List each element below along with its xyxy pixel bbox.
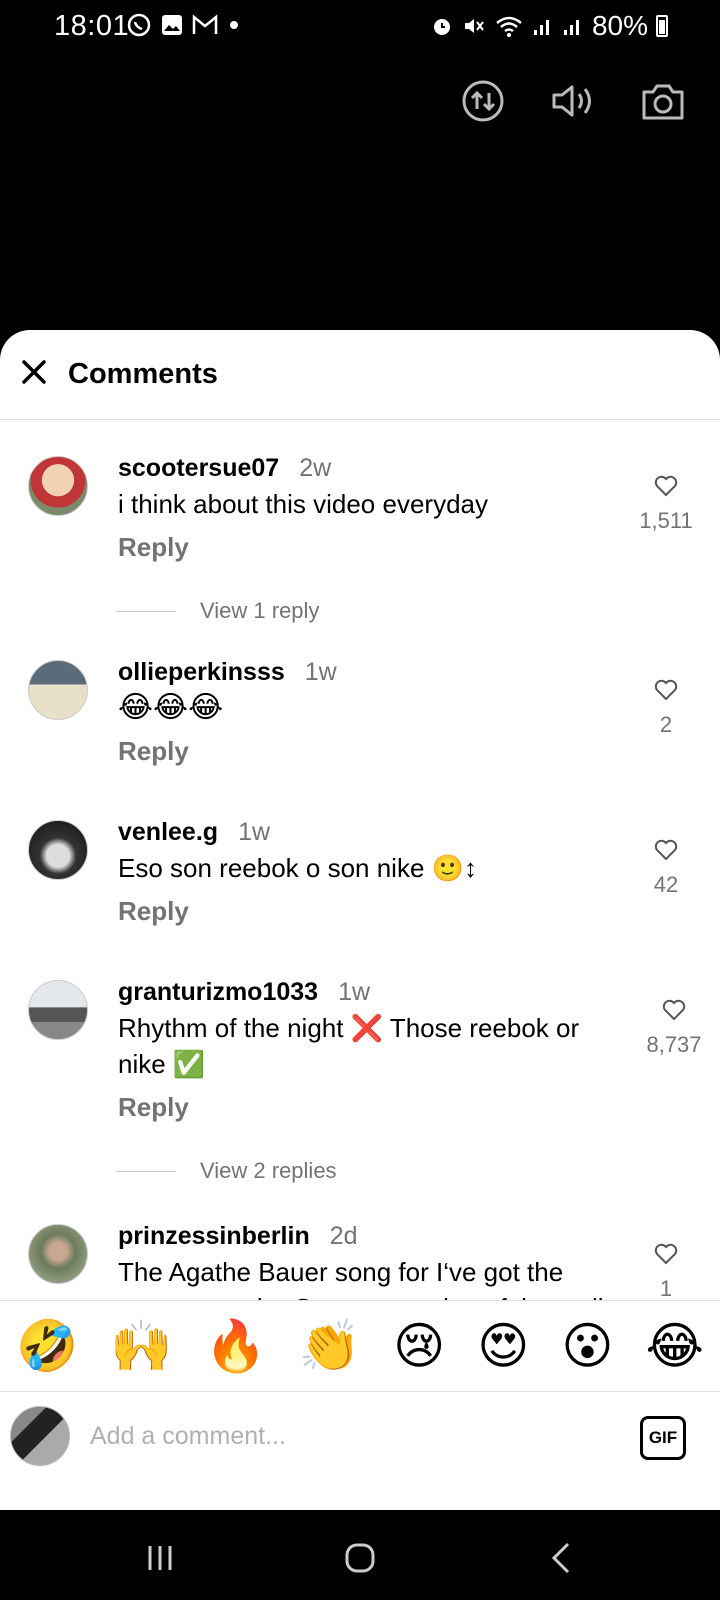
comment-text: i think about this video everyday (118, 489, 488, 519)
close-button[interactable] (16, 354, 52, 390)
comment-time: 1w (238, 818, 271, 846)
battery-percent: 80% (591, 10, 648, 41)
comment-text: The Agathe Bauer song for I‘ve got the p… (118, 1257, 604, 1300)
home-icon (345, 1543, 375, 1573)
heart-icon[interactable] (661, 998, 687, 1022)
reply-button[interactable]: Reply (118, 1092, 189, 1123)
avatar[interactable] (28, 820, 88, 880)
replies-line (116, 1170, 176, 1172)
comment-input[interactable] (90, 1416, 590, 1456)
gallery-icon (162, 15, 182, 35)
like-group: 1 (626, 1242, 706, 1300)
comment-username[interactable]: granturizmo1033 1w (118, 978, 370, 1007)
comment-username[interactable]: scootersue07 2w (118, 454, 331, 483)
comments-sheet: Comments scootersue07 2w i think about th… (0, 330, 720, 1510)
like-group: 1,511 (626, 474, 706, 534)
reply-button[interactable]: Reply (118, 532, 189, 563)
emoji-bar: 🤣 🙌 🔥 👏 😢 😍 😮 😂 (0, 1300, 720, 1392)
comment-text: Eso son reebok o son nike 🙂↕ (118, 853, 478, 883)
recents-icon (148, 1546, 172, 1570)
emoji-joy[interactable]: 😂 (646, 1317, 704, 1375)
like-group: 2 (626, 678, 706, 738)
wifi-icon (496, 16, 522, 37)
heart-icon[interactable] (653, 678, 679, 702)
comment-time: 1w (304, 658, 337, 686)
view-replies-label: View 2 replies (200, 1158, 337, 1183)
notification-icons (126, 12, 242, 38)
emoji-clap[interactable]: 👏 (299, 1317, 361, 1376)
avatar[interactable] (28, 660, 88, 720)
like-count: 1,511 (639, 508, 693, 533)
like-group: 8,737 (634, 998, 714, 1058)
sheet-header: Comments (0, 330, 720, 420)
recents-button[interactable] (142, 1540, 178, 1576)
gif-button[interactable]: GIF (640, 1416, 686, 1460)
view-replies-button[interactable]: View 1 reply (116, 598, 319, 624)
like-count: 2 (659, 712, 673, 737)
comment-text: 😂😂😂 (118, 691, 224, 724)
heart-icon[interactable] (653, 838, 679, 862)
speaker-icon (552, 85, 591, 117)
up-down-arrows-icon (462, 80, 504, 122)
comment-username[interactable]: venlee.g 1w (118, 818, 270, 847)
dot-icon (230, 21, 238, 29)
emoji-surprised[interactable]: 😮 (561, 1317, 613, 1375)
comment-time: 2d (329, 1222, 358, 1250)
my-avatar (10, 1406, 70, 1466)
mute-icon (464, 19, 484, 33)
emoji-rofl[interactable]: 🤣 (16, 1317, 78, 1376)
back-button[interactable] (544, 1540, 580, 1576)
video-controls (460, 78, 686, 124)
heart-icon[interactable] (653, 1242, 679, 1266)
status-right: 80% (430, 10, 668, 42)
back-icon (551, 1542, 570, 1574)
comment-text: Rhythm of the night ❌ Those reebok or ni… (118, 1013, 580, 1079)
emoji-crying[interactable]: 😢 (393, 1317, 445, 1375)
home-button[interactable] (342, 1540, 378, 1576)
whatsapp-icon (127, 13, 151, 37)
avatar[interactable] (28, 980, 88, 1040)
camera-icon (642, 84, 684, 120)
heart-icon[interactable] (653, 474, 679, 498)
like-count: 42 (653, 872, 679, 897)
status-bar: 18:01 80% (0, 0, 720, 52)
status-time: 18:01 (54, 10, 130, 42)
navigation-bar (0, 1510, 720, 1600)
replies-line (116, 610, 176, 612)
alarm-icon (433, 19, 450, 35)
comment-username[interactable]: prinzessinberlin 2d (118, 1222, 358, 1251)
view-replies-label: View 1 reply (200, 598, 320, 623)
avatar[interactable] (28, 1224, 88, 1284)
emoji-heart-eyes[interactable]: 😍 (477, 1317, 529, 1375)
emoji-raised-hands[interactable]: 🙌 (110, 1317, 172, 1376)
data-saver-button[interactable] (460, 78, 506, 124)
reply-button[interactable]: Reply (118, 896, 189, 927)
comment-username[interactable]: ollieperkinsss 1w (118, 658, 337, 687)
view-replies-button[interactable]: View 2 replies (116, 1158, 337, 1184)
emoji-fire[interactable]: 🔥 (205, 1317, 267, 1376)
comment-input-row: GIF (0, 1392, 720, 1484)
comments-list[interactable]: scootersue07 2w i think about this video … (0, 422, 720, 1300)
battery-icon (656, 15, 668, 37)
comment-time: 2w (299, 454, 332, 482)
signal-icon (533, 20, 549, 35)
reply-button[interactable]: Reply (118, 736, 189, 767)
signal-icon-2 (563, 20, 579, 35)
gmail-icon (192, 14, 218, 34)
comment-time: 1w (338, 978, 371, 1006)
close-icon (22, 360, 46, 384)
like-group: 42 (626, 838, 706, 898)
camera-button[interactable] (640, 78, 686, 124)
sheet-title: Comments (68, 358, 218, 390)
like-count: 8,737 (646, 1032, 702, 1057)
like-count: 1 (659, 1276, 673, 1300)
sound-button[interactable] (550, 78, 596, 124)
avatar[interactable] (28, 456, 88, 516)
